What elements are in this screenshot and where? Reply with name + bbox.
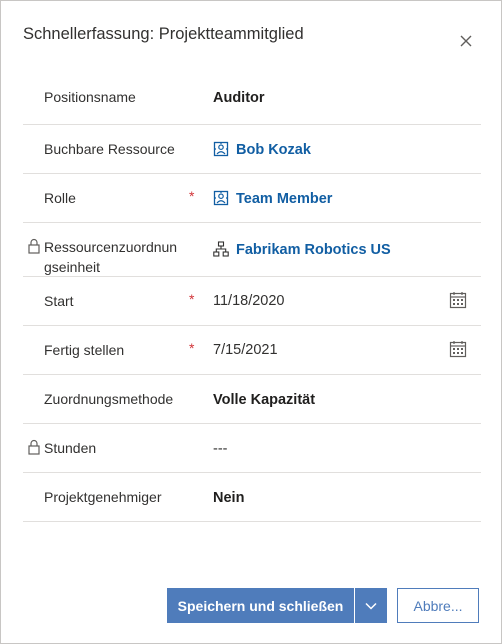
field-value-buchbare-ressource[interactable]: Bob Kozak [213, 141, 311, 159]
field-row-rolle: Rolle * Team Member [23, 174, 481, 223]
field-label: Positionsname [44, 89, 136, 105]
field-label: Fertig stellen [44, 342, 125, 358]
field-row-positionsname: Positionsname Auditor [23, 73, 481, 125]
field-row-fertig-stellen: Fertig stellen * 7/15/2021 [23, 326, 481, 375]
field-label-line1: Ressourcenzuordnun [44, 239, 178, 255]
field-value-ressourcenzuordnungseinheit[interactable]: Fabrikam Robotics US [213, 241, 391, 259]
resource-icon [213, 190, 229, 206]
org-unit-icon [213, 241, 229, 257]
field-value-positionsname[interactable]: Auditor [213, 89, 265, 107]
close-icon[interactable] [456, 31, 476, 51]
resource-icon [213, 141, 229, 157]
quick-create-dialog: Schnellerfassung: Projektteammitglied Po… [0, 0, 502, 644]
required-marker: * [189, 188, 195, 204]
field-value-rolle[interactable]: Team Member [213, 190, 332, 208]
field-value-projektgenehmiger[interactable]: Nein [213, 489, 244, 507]
field-label-line2: gseinheit [44, 259, 101, 275]
dialog-title: Schnellerfassung: Projektteammitglied [23, 25, 304, 43]
cancel-button[interactable]: Abbre... [397, 588, 479, 623]
field-value-text: Bob Kozak [236, 142, 311, 158]
save-options-dropdown-button[interactable] [355, 588, 387, 623]
field-row-projektgenehmiger: Projektgenehmiger Nein [23, 473, 481, 522]
field-label: Ressourcenzuordnun gseinheit [44, 237, 189, 277]
field-row-zuordnungsmethode: Zuordnungsmethode Volle Kapazität [23, 375, 481, 424]
required-marker: * [189, 340, 195, 356]
field-row-ressourcenzuordnungseinheit: Ressourcenzuordnun gseinheit Fabrikam Ro… [23, 223, 481, 277]
calendar-icon[interactable] [449, 291, 467, 309]
lock-icon [27, 238, 41, 254]
field-row-start: Start * 11/18/2020 [23, 277, 481, 326]
field-label: Start [44, 293, 74, 309]
field-label: Stunden [44, 440, 97, 456]
required-marker: * [189, 291, 195, 307]
field-label: Rolle [44, 190, 76, 206]
lock-icon [27, 439, 41, 455]
field-value-text: Team Member [236, 191, 333, 207]
field-value-text: Fabrikam Robotics US [236, 242, 391, 258]
form-fields: Positionsname Auditor Buchbare Ressource… [23, 73, 481, 522]
field-label: Zuordnungsmethode [44, 391, 174, 407]
field-row-buchbare-ressource: Buchbare Ressource Bob Kozak [23, 125, 481, 174]
field-value-stunden: --- [213, 441, 228, 457]
field-label: Projektgenehmiger [44, 489, 162, 505]
calendar-icon[interactable] [449, 340, 467, 358]
field-row-stunden: Stunden --- [23, 424, 481, 473]
field-value-start[interactable]: 11/18/2020 [213, 292, 285, 310]
field-value-fertig-stellen[interactable]: 7/15/2021 [213, 341, 278, 359]
chevron-down-icon [365, 598, 377, 613]
field-value-zuordnungsmethode[interactable]: Volle Kapazität [213, 391, 315, 409]
save-and-close-button[interactable]: Speichern und schließen [167, 588, 354, 623]
field-label: Buchbare Ressource [44, 141, 175, 157]
